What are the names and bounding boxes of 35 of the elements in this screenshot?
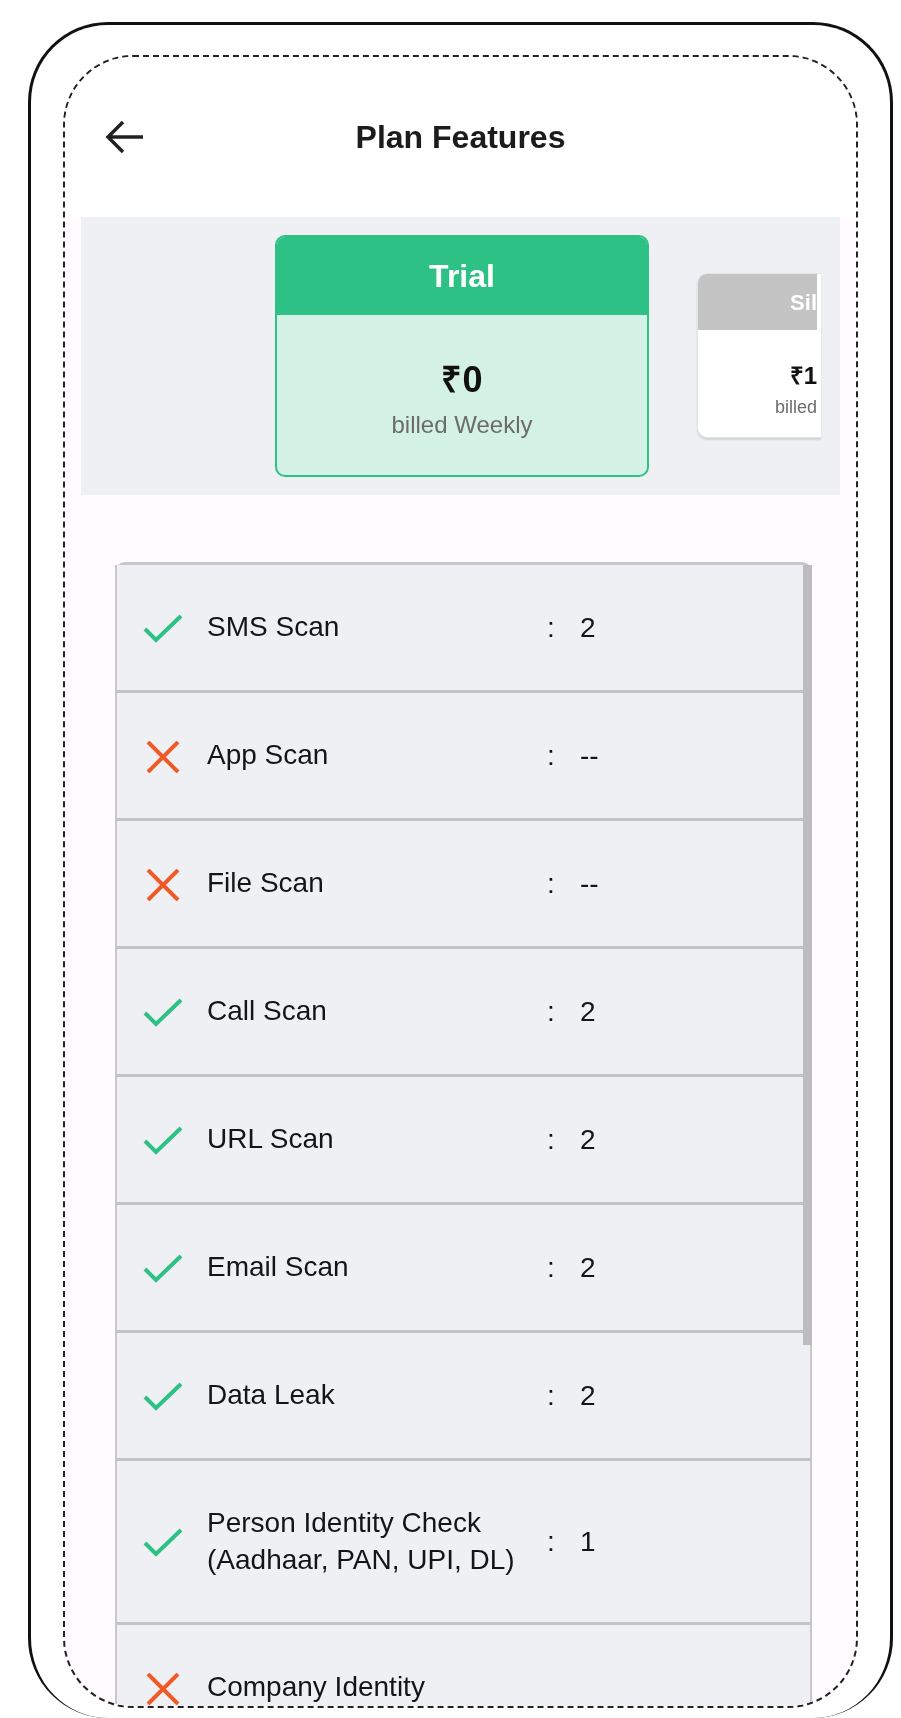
colon-separator: : (547, 738, 556, 773)
feature-value: -- (580, 866, 599, 901)
back-button[interactable] (105, 119, 145, 155)
colon-separator: : (547, 866, 556, 901)
feature-value: 2 (580, 1122, 596, 1157)
feature-value: 2 (580, 1250, 596, 1285)
feature-name: SMS Scan (207, 610, 341, 645)
colon-separator: : (547, 1378, 556, 1413)
colon-separator: : (547, 610, 556, 645)
plan-card[interactable]: Trial ₹0 billed Weekly (275, 235, 649, 477)
plan-price: ₹1 (788, 361, 817, 391)
feature-value: 2 (580, 610, 596, 645)
feature-value: -- (580, 738, 599, 773)
colon-separator: : (547, 1122, 556, 1157)
feature-name: Person Identity Check (Aadhaar, PAN, UPI, DL) (207, 1506, 516, 1577)
colon-separator: : (547, 1524, 556, 1559)
feature-value: 2 (580, 994, 596, 1029)
billing-period: billed (773, 396, 817, 419)
feature-value: 2 (580, 1378, 596, 1413)
colon-separator: : (547, 1250, 556, 1285)
feature-name: Data Leak (207, 1378, 336, 1413)
feature-value: 1 (580, 1524, 596, 1559)
plan-name: Sil (790, 288, 817, 317)
feature-name: Call Scan (207, 994, 328, 1029)
feature-name: App Scan (207, 738, 330, 773)
billing-period: billed Weekly (390, 410, 534, 440)
feature-name: Company Identity (207, 1670, 426, 1705)
feature-name: File Scan (207, 866, 325, 901)
colon-separator: : (547, 994, 556, 1029)
plan-price: ₹0 (440, 358, 484, 402)
plan-name: Trial (429, 257, 495, 296)
feature-name: Email Scan (207, 1250, 350, 1285)
feature-name: URL Scan (207, 1122, 335, 1157)
page-title: Plan Features (355, 118, 566, 157)
plan-card[interactable]: Sil ₹1 billed (697, 273, 821, 438)
